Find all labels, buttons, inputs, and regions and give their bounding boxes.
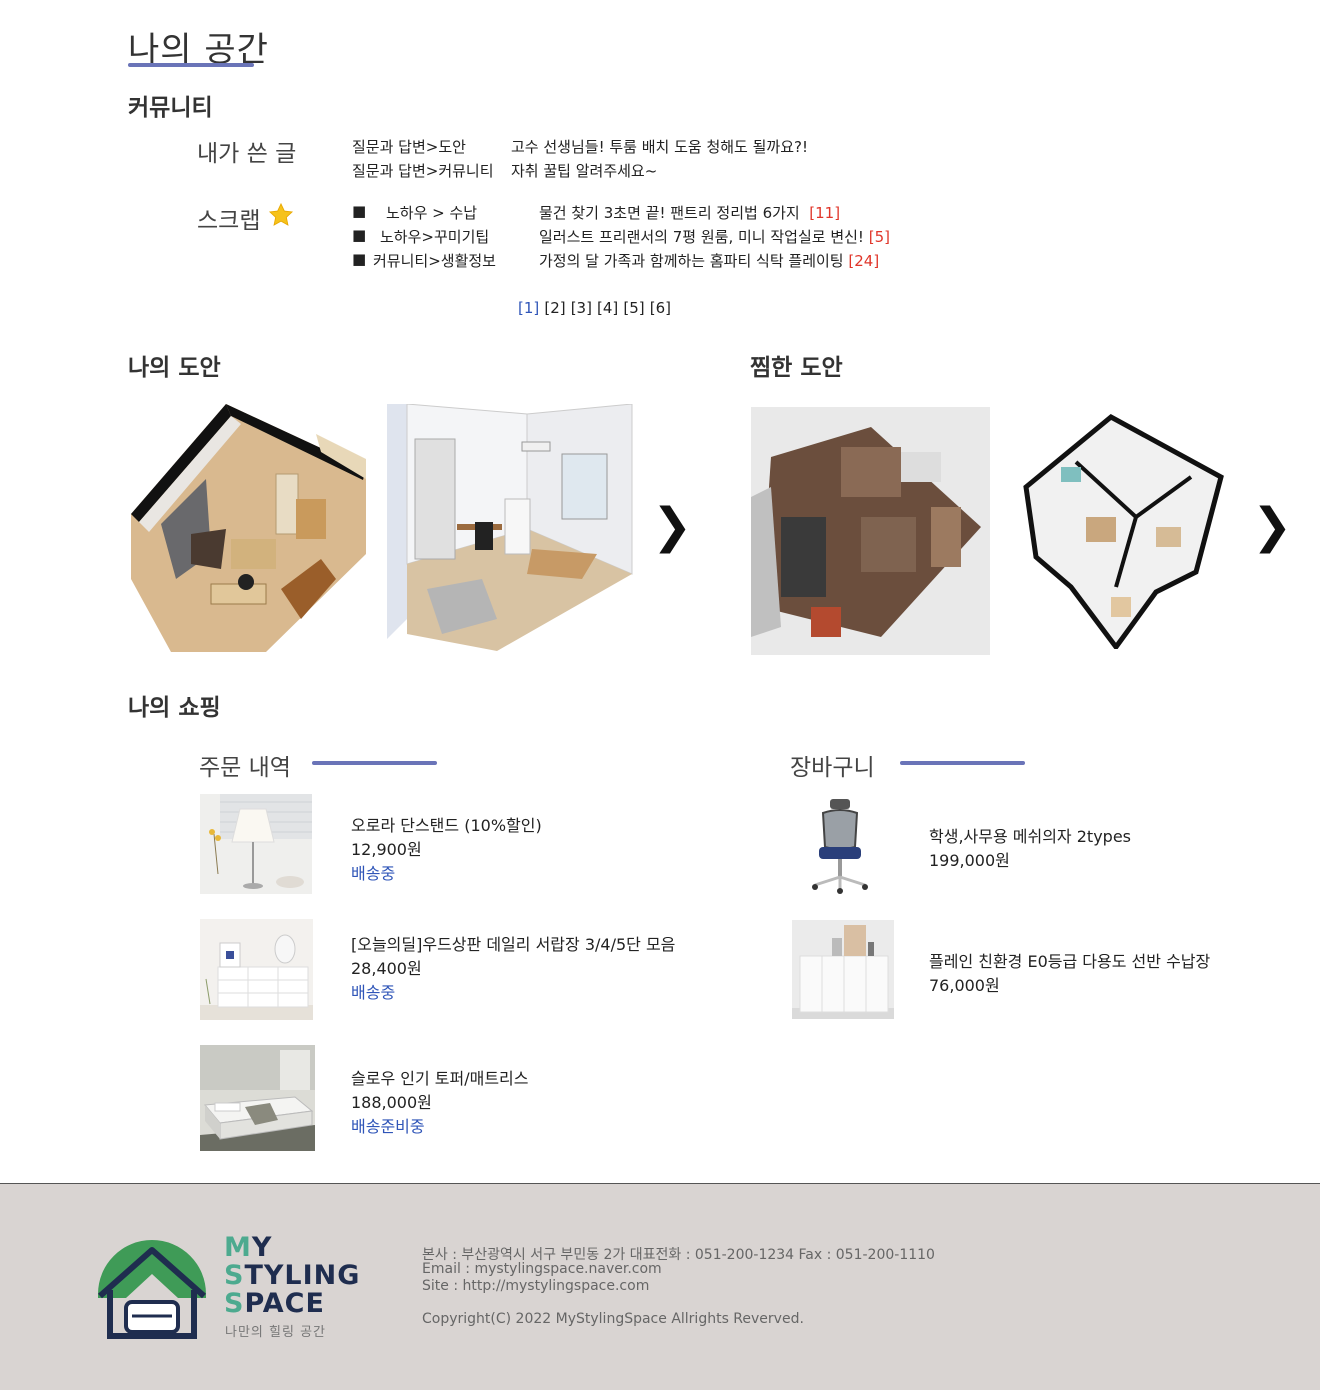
scrap-label: 스크랩 xyxy=(197,208,261,234)
orders-heading-line xyxy=(312,761,437,765)
post-title[interactable]: 자취 꿀팁 알려주세요~ xyxy=(511,160,657,181)
product-name[interactable]: 오로라 단스탠드 (10%할인) xyxy=(351,812,542,836)
scrap-category[interactable]: 노하우>꾸미기팁 xyxy=(380,226,489,247)
scrap-bullet: ■ xyxy=(352,226,367,244)
order-status: 배송중 xyxy=(351,864,396,883)
liked-designs-heading: 찜한 도안 xyxy=(750,355,843,381)
scrap-category[interactable]: 노하우 > 수납 xyxy=(386,202,477,223)
orders-heading: 주문 내역 xyxy=(199,755,291,781)
design-thumbnail[interactable] xyxy=(131,404,366,652)
next-arrow-icon[interactable]: ❯ xyxy=(1252,502,1292,550)
scrap-title: 일러스트 프리랜서의 7평 원룸, 미니 작업실로 변신! xyxy=(539,228,864,246)
page-link[interactable]: [4] xyxy=(597,299,618,317)
product-image[interactable] xyxy=(200,794,312,894)
post-category[interactable]: 질문과 답변>커뮤니티 xyxy=(352,160,494,181)
design-thumbnail[interactable] xyxy=(387,404,645,651)
star-icon xyxy=(268,202,294,226)
product-name[interactable]: [오늘의딜]우드상판 데일리 서랍장 3/4/5단 모음 xyxy=(351,931,675,955)
scrap-bullet: ■ xyxy=(352,250,367,268)
product-image[interactable] xyxy=(200,1045,315,1151)
page-link[interactable]: [5] xyxy=(623,299,644,317)
product-price: 188,000원 xyxy=(351,1093,432,1112)
scrap-item-link[interactable]: 물건 찾기 3초면 끝! 팬트리 정리법 6가지 [11] xyxy=(539,202,840,223)
page-link[interactable]: [3] xyxy=(571,299,592,317)
logo-tagline: 나만의 힐링 공간 xyxy=(225,1325,326,1340)
product-name[interactable]: 플레인 친환경 E0등급 다용도 선반 수납장 xyxy=(929,948,1210,972)
post-title[interactable]: 고수 선생님들! 투룸 배치 도움 청해도 될까요?! xyxy=(511,136,808,157)
product-price: 76,000원 xyxy=(929,976,1000,995)
scrap-title: 가정의 달 가족과 함께하는 홈파티 식탁 플레이팅 xyxy=(539,252,844,270)
product-image[interactable] xyxy=(805,797,875,895)
footer-site[interactable]: Site : http://mystylingspace.com xyxy=(422,1278,649,1294)
house-logo-icon xyxy=(98,1240,206,1339)
post-category[interactable]: 질문과 답변>도안 xyxy=(352,136,466,157)
liked-design-thumbnail[interactable] xyxy=(751,407,990,655)
liked-design-thumbnail[interactable] xyxy=(1016,407,1230,649)
page-link[interactable]: [1] xyxy=(518,299,539,317)
product-image[interactable] xyxy=(792,920,894,1019)
scrap-item-link[interactable]: 가정의 달 가족과 함께하는 홈파티 식탁 플레이팅 [24] xyxy=(539,250,879,271)
community-heading: 커뮤니티 xyxy=(128,95,213,121)
scrap-bullet: ■ xyxy=(352,202,367,220)
shopping-heading: 나의 쇼핑 xyxy=(128,695,221,721)
comment-count: [11] xyxy=(809,204,841,222)
cart-heading: 장바구니 xyxy=(790,755,875,781)
page-link[interactable]: [6] xyxy=(650,299,671,317)
product-name[interactable]: 학생,사무용 메쉬의자 2types xyxy=(929,823,1131,847)
footer-email[interactable]: Email : mystylingspace.naver.com xyxy=(422,1261,662,1277)
scrap-title: 물건 찾기 3초면 끝! 팬트리 정리법 6가지 xyxy=(539,204,800,222)
product-price: 28,400원 xyxy=(351,959,422,978)
scrap-item-link[interactable]: 일러스트 프리랜서의 7평 원룸, 미니 작업실로 변신! [5] xyxy=(539,226,890,247)
product-price: 199,000원 xyxy=(929,851,1010,870)
title-underline xyxy=(128,63,254,67)
product-price: 12,900원 xyxy=(351,840,422,859)
page-link[interactable]: [2] xyxy=(544,299,565,317)
order-status: 배송중 xyxy=(351,983,396,1002)
pagination: [1] [2] [3] [4] [5] [6] xyxy=(518,298,671,317)
product-name[interactable]: 슬로우 인기 토퍼/매트리스 xyxy=(351,1065,528,1089)
cart-heading-line xyxy=(900,761,1025,765)
footer-copyright: Copyright(C) 2022 MyStylingSpace Allrigh… xyxy=(422,1311,804,1327)
logo-wordmark: MY STYLING SPACE xyxy=(224,1232,361,1319)
comment-count: [5] xyxy=(868,228,890,246)
order-status: 배송준비중 xyxy=(351,1117,425,1136)
product-image[interactable] xyxy=(200,919,313,1020)
scrap-category[interactable]: 커뮤니티>생활정보 xyxy=(373,250,496,271)
my-posts-label: 내가 쓴 글 xyxy=(197,141,297,167)
comment-count: [24] xyxy=(848,252,880,270)
next-arrow-icon[interactable]: ❯ xyxy=(652,502,692,550)
my-designs-heading: 나의 도안 xyxy=(128,355,221,381)
